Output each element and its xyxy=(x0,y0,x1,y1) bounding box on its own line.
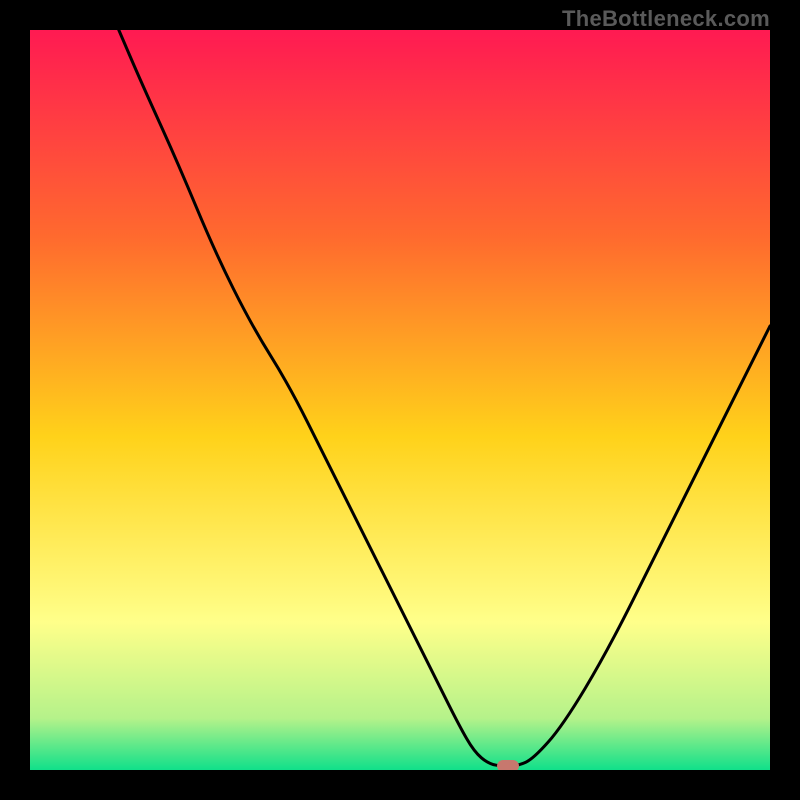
valley-marker xyxy=(497,760,519,770)
bottleneck-curve xyxy=(30,30,770,770)
plot-area xyxy=(30,30,770,770)
watermark-text: TheBottleneck.com xyxy=(562,6,770,32)
chart-frame: TheBottleneck.com xyxy=(0,0,800,800)
